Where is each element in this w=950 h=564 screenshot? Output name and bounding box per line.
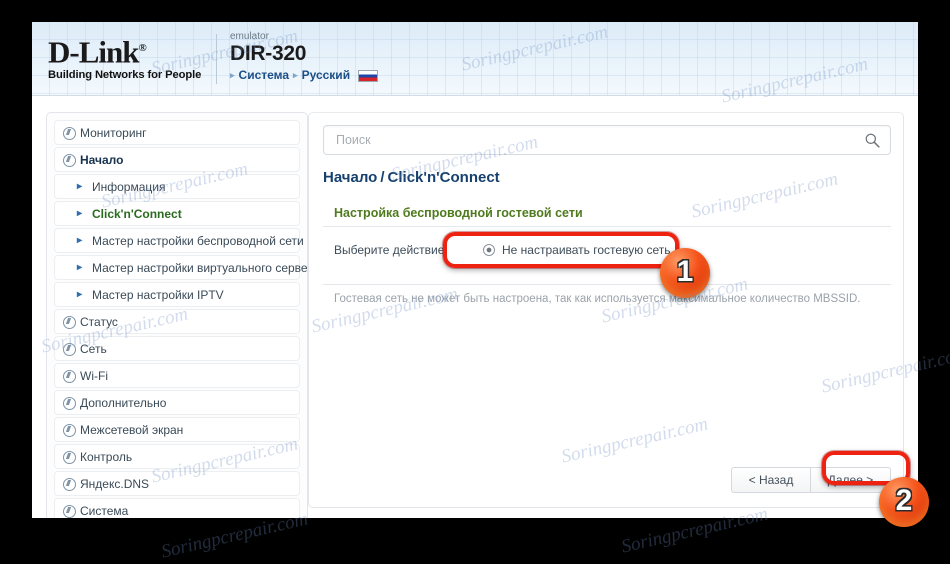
sidebar-item-label: Мониторинг xyxy=(80,125,147,140)
gear-icon xyxy=(63,424,76,437)
sidebar-item-virtual-server-wizard[interactable]: ▸ Мастер настройки виртуального сервера xyxy=(54,255,321,280)
dlink-logo[interactable]: D-Link® Building Networks for People xyxy=(48,32,208,82)
page-body: Мониторинг Начало ▸ Информация ▸ Click'n… xyxy=(32,96,918,518)
gear-icon xyxy=(63,127,76,140)
brand-tagline: Building Networks for People xyxy=(48,69,202,82)
chevron-right-icon: ▸ xyxy=(77,262,83,273)
chevron-right-icon: ▸ xyxy=(293,69,298,80)
sidebar-item-network[interactable]: Сеть xyxy=(54,336,300,361)
breadcrumb-root[interactable]: Начало xyxy=(323,169,377,186)
sidebar-item-firewall[interactable]: Межсетевой экран xyxy=(54,417,300,442)
sidebar-item-advanced[interactable]: Дополнительно xyxy=(54,390,300,415)
chevron-right-icon: ▸ xyxy=(77,208,83,219)
search-input[interactable] xyxy=(334,126,854,154)
sidebar-item-status[interactable]: Статус xyxy=(54,309,300,334)
back-button[interactable]: < Назад xyxy=(731,467,811,493)
page-header: D-Link® Building Networks for People emu… xyxy=(32,22,918,96)
brand-name: D-Link® xyxy=(48,32,208,68)
action-field-label: Выберите действие: xyxy=(334,242,448,257)
chevron-right-icon: ▸ xyxy=(230,69,235,80)
sidebar-item-label: Wi-Fi xyxy=(80,368,108,383)
sidebar-item-label: Начало xyxy=(80,152,124,167)
gear-icon xyxy=(63,451,76,464)
registered-mark-icon: ® xyxy=(138,42,147,54)
router-admin-page: D-Link® Building Networks for People emu… xyxy=(32,22,918,518)
gear-icon xyxy=(63,505,76,518)
sidebar-item-label: Дополнительно xyxy=(80,395,167,410)
sidebar-item-label: Click'n'Connect xyxy=(92,206,182,221)
sidebar-item-label: Яндекс.DNS xyxy=(80,476,150,491)
sidebar-item-label: Статус xyxy=(80,314,118,329)
breadcrumb-separator: / xyxy=(380,169,385,186)
sidebar-item-label: Мастер настройки IPTV xyxy=(92,287,224,302)
sidebar-item-label: Межсетевой экран xyxy=(80,422,184,437)
emulator-label: emulator xyxy=(230,31,269,42)
search-icon[interactable] xyxy=(864,132,881,149)
header-nav: ▸ Система ▸ Русский xyxy=(230,68,379,82)
russian-flag-icon xyxy=(358,70,379,82)
radio-button[interactable] xyxy=(483,243,495,256)
next-button[interactable]: Далее > xyxy=(811,467,891,493)
gear-icon xyxy=(63,478,76,491)
section-title: Настройка беспроводной гостевой сети xyxy=(334,206,583,220)
chevron-right-icon: ▸ xyxy=(77,181,83,192)
sidebar-menu: Мониторинг Начало ▸ Информация ▸ Click'n… xyxy=(46,112,321,518)
sidebar-item-control[interactable]: Контроль xyxy=(54,444,300,469)
model-name: DIR-320 xyxy=(230,42,307,65)
header-nav-item-language[interactable]: Русский xyxy=(302,68,351,82)
gear-icon xyxy=(63,397,76,410)
sidebar-item-wireless-wizard[interactable]: ▸ Мастер настройки беспроводной сети xyxy=(54,228,304,253)
breadcrumb: Начало / Click'n'Connect xyxy=(323,169,500,186)
sidebar-item-monitoring[interactable]: Мониторинг xyxy=(54,120,300,145)
radio-option-label: Не настраивать гостевую сеть xyxy=(502,242,671,257)
hint-message: Гостевая сеть не может быть настроена, т… xyxy=(334,293,861,305)
sidebar-item-label: Мастер настройки виртуального сервера xyxy=(92,260,321,275)
sidebar-item-wifi[interactable]: Wi-Fi xyxy=(54,363,300,388)
divider-top xyxy=(323,226,891,227)
gear-icon xyxy=(63,316,76,329)
wizard-button-bar: < Назад Далее > xyxy=(323,467,891,493)
sidebar-item-label: Система xyxy=(80,503,129,518)
sidebar-item-label: Мастер настройки беспроводной сети xyxy=(92,233,304,248)
model-block: emulator DIR-320 ▸ Система ▸ Русский xyxy=(230,31,379,82)
sidebar-item-yandex-dns[interactable]: Яндекс.DNS xyxy=(54,471,300,496)
gear-icon xyxy=(63,343,76,356)
sidebar-item-label: Контроль xyxy=(80,449,133,464)
sidebar-item-home[interactable]: Начало xyxy=(54,147,300,172)
brand-name-text: D-Link xyxy=(48,34,139,70)
sidebar-item-information[interactable]: ▸ Информация xyxy=(54,174,300,199)
chevron-right-icon: ▸ xyxy=(77,289,83,300)
breadcrumb-current: Click'n'Connect xyxy=(387,169,500,186)
sidebar-item-label: Сеть xyxy=(80,341,107,356)
gear-icon xyxy=(63,154,76,167)
chevron-right-icon: ▸ xyxy=(77,235,83,246)
sidebar-item-label: Информация xyxy=(92,179,166,194)
sidebar-item-system[interactable]: Система xyxy=(54,498,300,518)
header-nav-item-system[interactable]: Система xyxy=(239,68,290,82)
sidebar-item-click-n-connect[interactable]: ▸ Click'n'Connect xyxy=(54,201,300,226)
divider-bottom xyxy=(323,284,891,285)
radio-option-no-guest-network[interactable]: Не настраивать гостевую сеть xyxy=(483,243,671,257)
content-panel: Начало/Click'n'Connect Настройка беспров… xyxy=(308,112,904,508)
search-box[interactable] xyxy=(323,125,891,155)
action-form-row: Выберите действие: Не настраивать гостев… xyxy=(323,235,891,264)
header-divider xyxy=(216,34,217,84)
gear-icon xyxy=(63,370,76,383)
sidebar-item-iptv-wizard[interactable]: ▸ Мастер настройки IPTV xyxy=(54,282,300,307)
